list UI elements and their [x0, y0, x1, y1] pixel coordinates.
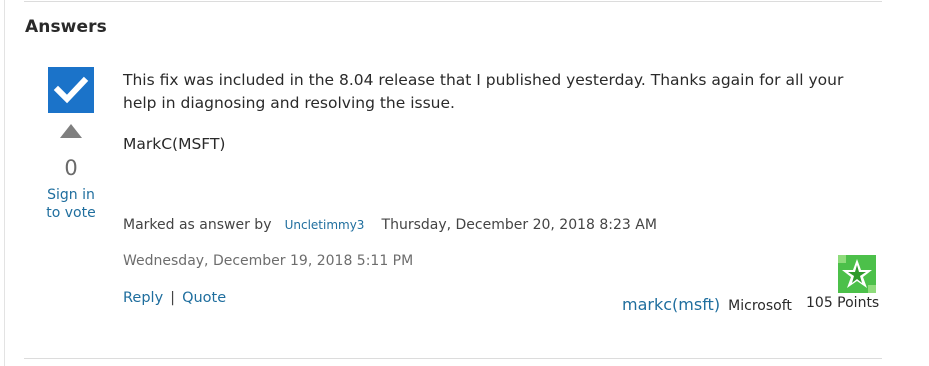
- answer-body: This fix was included in the 8.04 releas…: [123, 71, 844, 112]
- marked-date: Thursday, December 20, 2018 8:23 AM: [381, 217, 657, 233]
- author-name-link[interactable]: markc(msft): [622, 295, 720, 314]
- marked-by-user-link[interactable]: Uncletimmy3: [285, 218, 365, 232]
- reply-link[interactable]: Reply: [123, 290, 163, 306]
- author-points: 105 Points: [806, 295, 880, 311]
- author-organization: Microsoft: [728, 298, 792, 314]
- vote-up-arrow-icon[interactable]: [60, 124, 82, 138]
- marked-as-answer-row: Marked as answer by Uncletimmy3 Thursday…: [123, 214, 657, 233]
- author-info: markc(msft) Microsoft: [622, 295, 792, 314]
- checkmark-icon: [53, 76, 89, 104]
- sign-in-line1: Sign in: [47, 187, 95, 203]
- sign-in-to-vote-link[interactable]: Sign in to vote: [38, 186, 104, 222]
- answer-signature: MarkC(MSFT): [123, 135, 226, 153]
- answer-actions: Reply | Quote: [123, 290, 226, 306]
- action-separator: |: [170, 290, 176, 306]
- bottom-divider: [24, 358, 882, 359]
- top-divider: [24, 1, 882, 2]
- answer-checkmark-icon: [48, 67, 94, 113]
- vote-count: 0: [64, 156, 78, 180]
- left-border: [4, 0, 5, 366]
- sign-in-line2: to vote: [46, 205, 96, 221]
- answers-heading: Answers: [25, 17, 107, 37]
- user-badge-icon[interactable]: [838, 255, 876, 293]
- post-date: Wednesday, December 19, 2018 5:11 PM: [123, 253, 414, 269]
- quote-link[interactable]: Quote: [182, 290, 226, 306]
- marked-as-answer-label: Marked as answer by: [123, 217, 272, 233]
